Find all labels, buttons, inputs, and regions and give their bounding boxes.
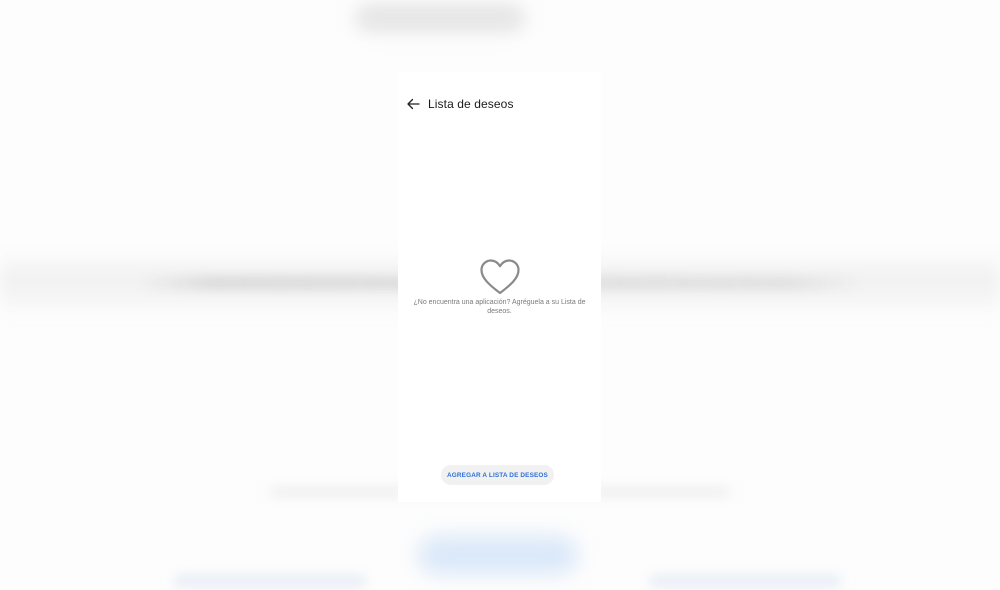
app-bar: Lista de deseos <box>398 92 601 116</box>
blurred-background-header <box>355 4 525 32</box>
empty-state-message: ¿No encuentra una aplicación? Agréguela … <box>413 299 586 315</box>
stage: Lista de deseos ¿No encuentra una aplica… <box>0 0 1000 590</box>
wishlist-screen: Lista de deseos ¿No encuentra una aplica… <box>398 72 601 502</box>
arrow-left-icon[interactable] <box>404 95 422 113</box>
add-to-wishlist-button[interactable]: AGREGAR A LISTA DE DESEOS <box>441 465 554 485</box>
blurred-background-button <box>418 536 578 574</box>
page-title: Lista de deseos <box>428 97 514 111</box>
heart-outline-icon <box>479 259 520 295</box>
empty-state: ¿No encuentra una aplicación? Agréguela … <box>398 258 601 316</box>
blurred-background-left-item <box>175 576 365 586</box>
blurred-background-right-item <box>650 576 840 586</box>
